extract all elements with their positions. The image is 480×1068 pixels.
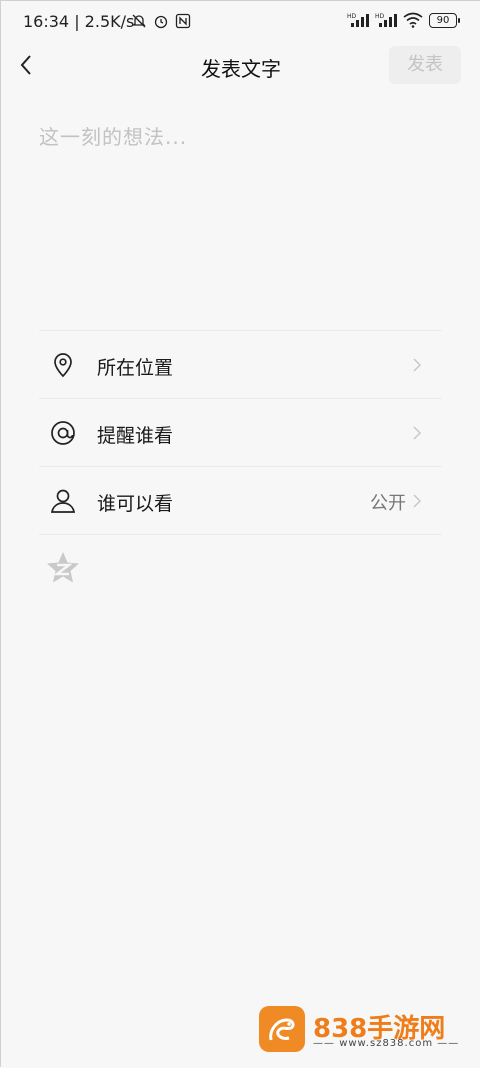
status-right: HD HD 90 <box>347 12 460 28</box>
nfc-icon <box>175 13 191 29</box>
option-label: 提醒谁看 <box>97 425 174 447</box>
svg-text:HD: HD <box>347 13 357 20</box>
status-icons <box>131 13 191 29</box>
header: 发表文字 发表 <box>1 45 480 85</box>
dragon-logo-icon <box>259 1006 305 1052</box>
person-icon <box>50 489 76 513</box>
battery-icon: 90 <box>429 12 460 28</box>
network-speed: | 2.5K/s <box>74 12 135 31</box>
post-text-input[interactable]: 这一刻的想法... <box>39 121 187 150</box>
watermark-url-text: www.sz838.com <box>339 1038 434 1049</box>
qzone-star-icon[interactable] <box>45 550 81 586</box>
option-label: 谁可以看 <box>97 493 174 515</box>
signal-hd-icon: HD <box>347 13 369 27</box>
at-icon <box>51 421 75 445</box>
watermark: 838手游网 —— www.sz838.com —— <box>259 1006 459 1056</box>
svg-text:HD: HD <box>375 13 385 20</box>
option-visibility[interactable]: 谁可以看 公开 <box>39 466 442 535</box>
location-pin-icon <box>54 353 72 378</box>
status-bar: 16:34 | 2.5K/s HD HD 90 <box>1 1 480 45</box>
status-time: 16:34 | 2.5K/s <box>23 12 134 31</box>
option-location[interactable]: 所在位置 <box>39 330 442 398</box>
publish-button[interactable]: 发表 <box>389 46 461 84</box>
chevron-right-icon <box>413 494 422 508</box>
status-time-text: 16:34 <box>23 12 70 31</box>
option-value: 公开 <box>370 493 406 514</box>
chevron-right-icon <box>413 358 422 372</box>
options-list: 所在位置 提醒谁看 谁可以看 公开 <box>39 330 442 535</box>
watermark-url: —— www.sz838.com —— <box>313 1038 460 1049</box>
option-label: 所在位置 <box>97 357 174 379</box>
wifi-icon <box>403 12 423 28</box>
option-mention[interactable]: 提醒谁看 <box>39 398 442 466</box>
bell-off-icon <box>132 14 146 28</box>
app-frame: 16:34 | 2.5K/s HD HD 90 发表文字 发表 这一刻的想法..… <box>0 0 480 1068</box>
compose-area: 这一刻的想法... 所在位置 提醒谁看 谁可以看 公开 838手游网 —— ww… <box>1 85 480 1068</box>
alarm-icon <box>154 15 168 29</box>
signal-hd-icon: HD <box>375 13 397 27</box>
chevron-right-icon <box>413 426 422 440</box>
